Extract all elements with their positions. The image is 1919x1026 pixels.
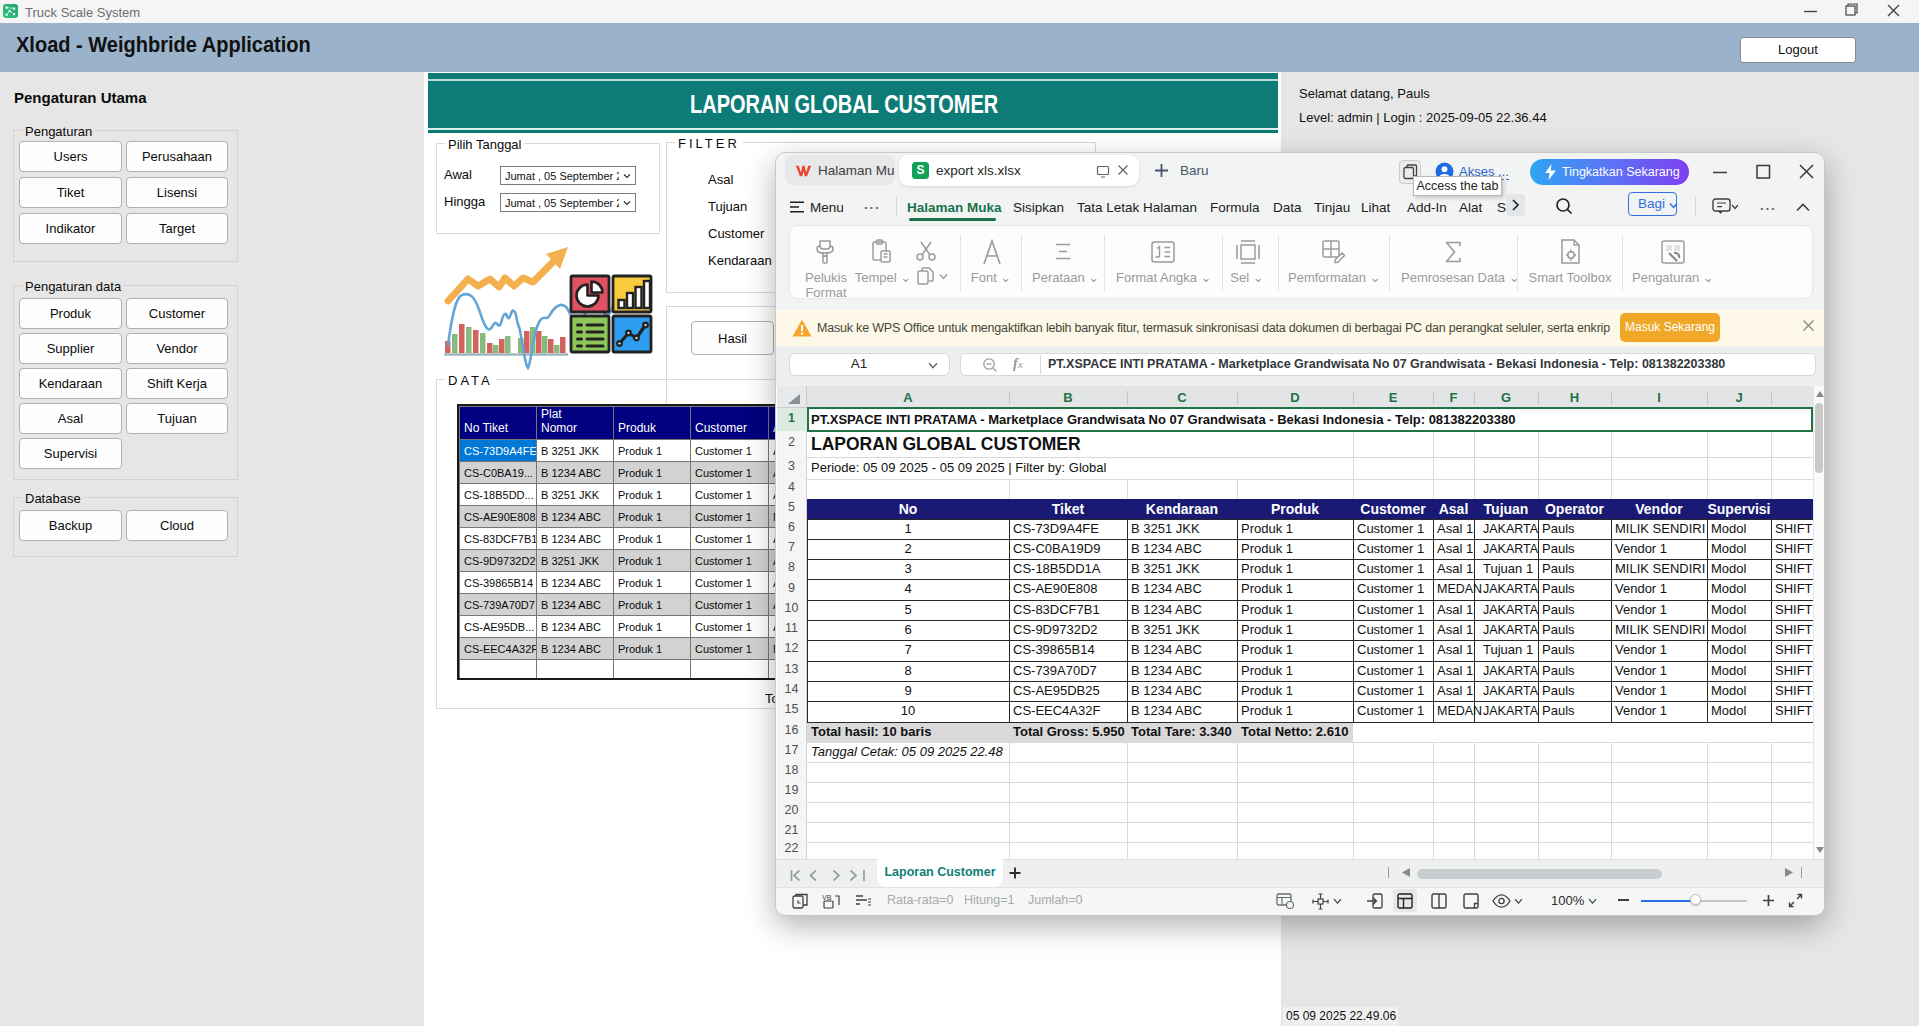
svg-text:VB: VB — [822, 894, 832, 901]
